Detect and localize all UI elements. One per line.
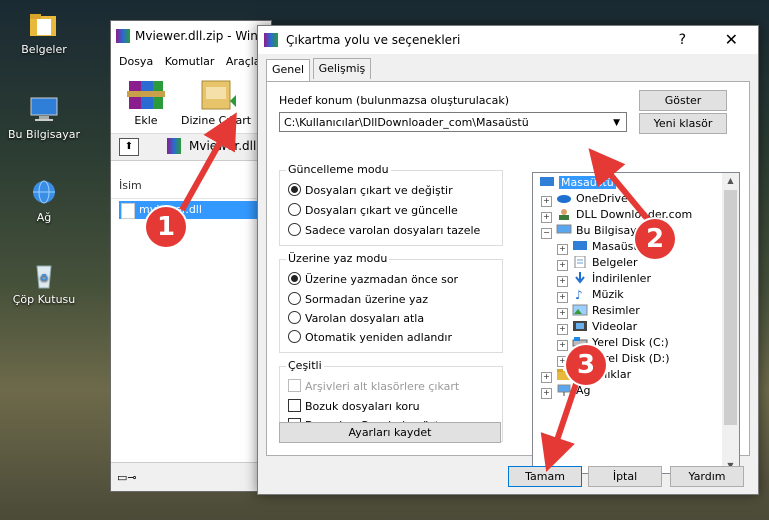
arrow-to-ok-button bbox=[540, 377, 581, 473]
step-marker-1: 1 bbox=[146, 207, 186, 247]
arrow-to-extract-button bbox=[179, 112, 237, 212]
annotation-arrows bbox=[179, 112, 653, 473]
step-marker-3: 3 bbox=[566, 345, 606, 385]
arrow-to-desktop-node bbox=[588, 148, 653, 224]
step-marker-2: 2 bbox=[635, 219, 675, 259]
